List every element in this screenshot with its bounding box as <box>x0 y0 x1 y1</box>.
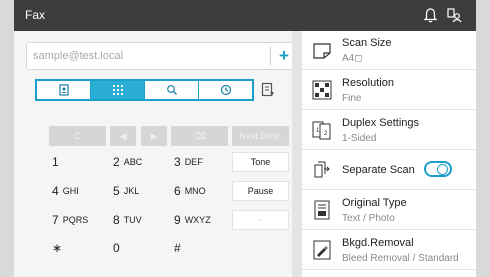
key-1[interactable]: 1 <box>49 152 106 172</box>
tone-button[interactable]: Tone <box>232 152 289 172</box>
keypad-icon <box>112 85 123 95</box>
key-star[interactable]: ∗ <box>49 238 106 258</box>
setting-separate-scan[interactable]: Separate Scan <box>302 151 476 190</box>
tab-search[interactable] <box>145 81 199 99</box>
hyphen-button[interactable]: - <box>232 210 289 230</box>
page-title: Fax <box>25 8 46 22</box>
keypad-control-row: C ◀ ▶ ⌫ Next Dest. <box>49 126 290 146</box>
key-0[interactable]: 0 <box>110 238 167 258</box>
backspace-key[interactable]: ⌫ <box>171 126 228 146</box>
key-7[interactable]: 7 PQRS <box>49 210 106 230</box>
setting-original-type[interactable]: Original Type Text / Photo <box>302 191 476 230</box>
add-destination-button[interactable]: + <box>275 45 293 67</box>
scan-size-icon <box>311 39 333 61</box>
original-type-icon <box>311 199 333 221</box>
destination-pane: sample@test.local + C ◀ ▶ ⌫ Next Dest. 1… <box>14 31 294 277</box>
search-icon <box>166 85 177 95</box>
key-4[interactable]: 4 GHI <box>49 181 106 201</box>
tab-address-book[interactable] <box>37 81 91 99</box>
separate-scan-toggle[interactable] <box>424 161 452 177</box>
key-3[interactable]: 3 DEF <box>171 152 228 172</box>
clear-key[interactable]: C <box>49 126 106 146</box>
address-field[interactable]: sample@test.local + <box>26 42 294 70</box>
key-5[interactable]: 5 JKL <box>110 181 167 201</box>
next-destination-key[interactable]: Next Dest. <box>232 126 289 146</box>
setting-resolution[interactable]: Resolution Fine <box>302 71 476 110</box>
pane-divider <box>292 31 302 277</box>
direct-entry-list-icon[interactable] <box>259 80 277 100</box>
settings-list: Scan Size A4◻ Resolution Fine 12 Duplex … <box>302 31 476 277</box>
bell-icon[interactable] <box>422 7 439 24</box>
duplex-icon: 12 <box>311 119 333 141</box>
key-9[interactable]: 9 WXYZ <box>171 210 228 230</box>
background-removal-icon <box>311 239 333 261</box>
key-6[interactable]: 6 MNO <box>171 181 228 201</box>
tab-history[interactable] <box>199 81 252 99</box>
setting-duplex[interactable]: 12 Duplex Settings 1-Sided <box>302 111 476 150</box>
key-2[interactable]: 2 ABC <box>110 152 167 172</box>
setting-bkgd-removal[interactable]: Bkgd.Removal Bleed Removal / Standard <box>302 231 476 270</box>
separate-scan-icon <box>311 159 333 181</box>
address-divider <box>270 46 271 66</box>
toggle-knob <box>437 164 448 175</box>
key-8[interactable]: 8 TUV <box>110 210 167 230</box>
cursor-left-key[interactable]: ◀ <box>110 126 136 146</box>
title-bar: Fax <box>14 0 476 31</box>
address-placeholder: sample@test.local <box>33 50 124 62</box>
history-icon <box>220 84 231 96</box>
key-hash[interactable]: # <box>171 238 228 258</box>
address-book-icon <box>58 84 69 96</box>
fax-screen: Fax sample@test.local + C ◀ ▶ ⌫ Next Des… <box>14 0 476 277</box>
setting-scan-size[interactable]: Scan Size A4◻ <box>302 31 476 70</box>
resolution-icon <box>311 79 333 101</box>
tab-direct-input[interactable] <box>91 81 145 99</box>
cursor-right-key[interactable]: ▶ <box>141 126 167 146</box>
user-icon[interactable] <box>446 7 463 24</box>
pause-button[interactable]: Pause <box>232 181 289 201</box>
destination-tabs <box>35 79 254 101</box>
